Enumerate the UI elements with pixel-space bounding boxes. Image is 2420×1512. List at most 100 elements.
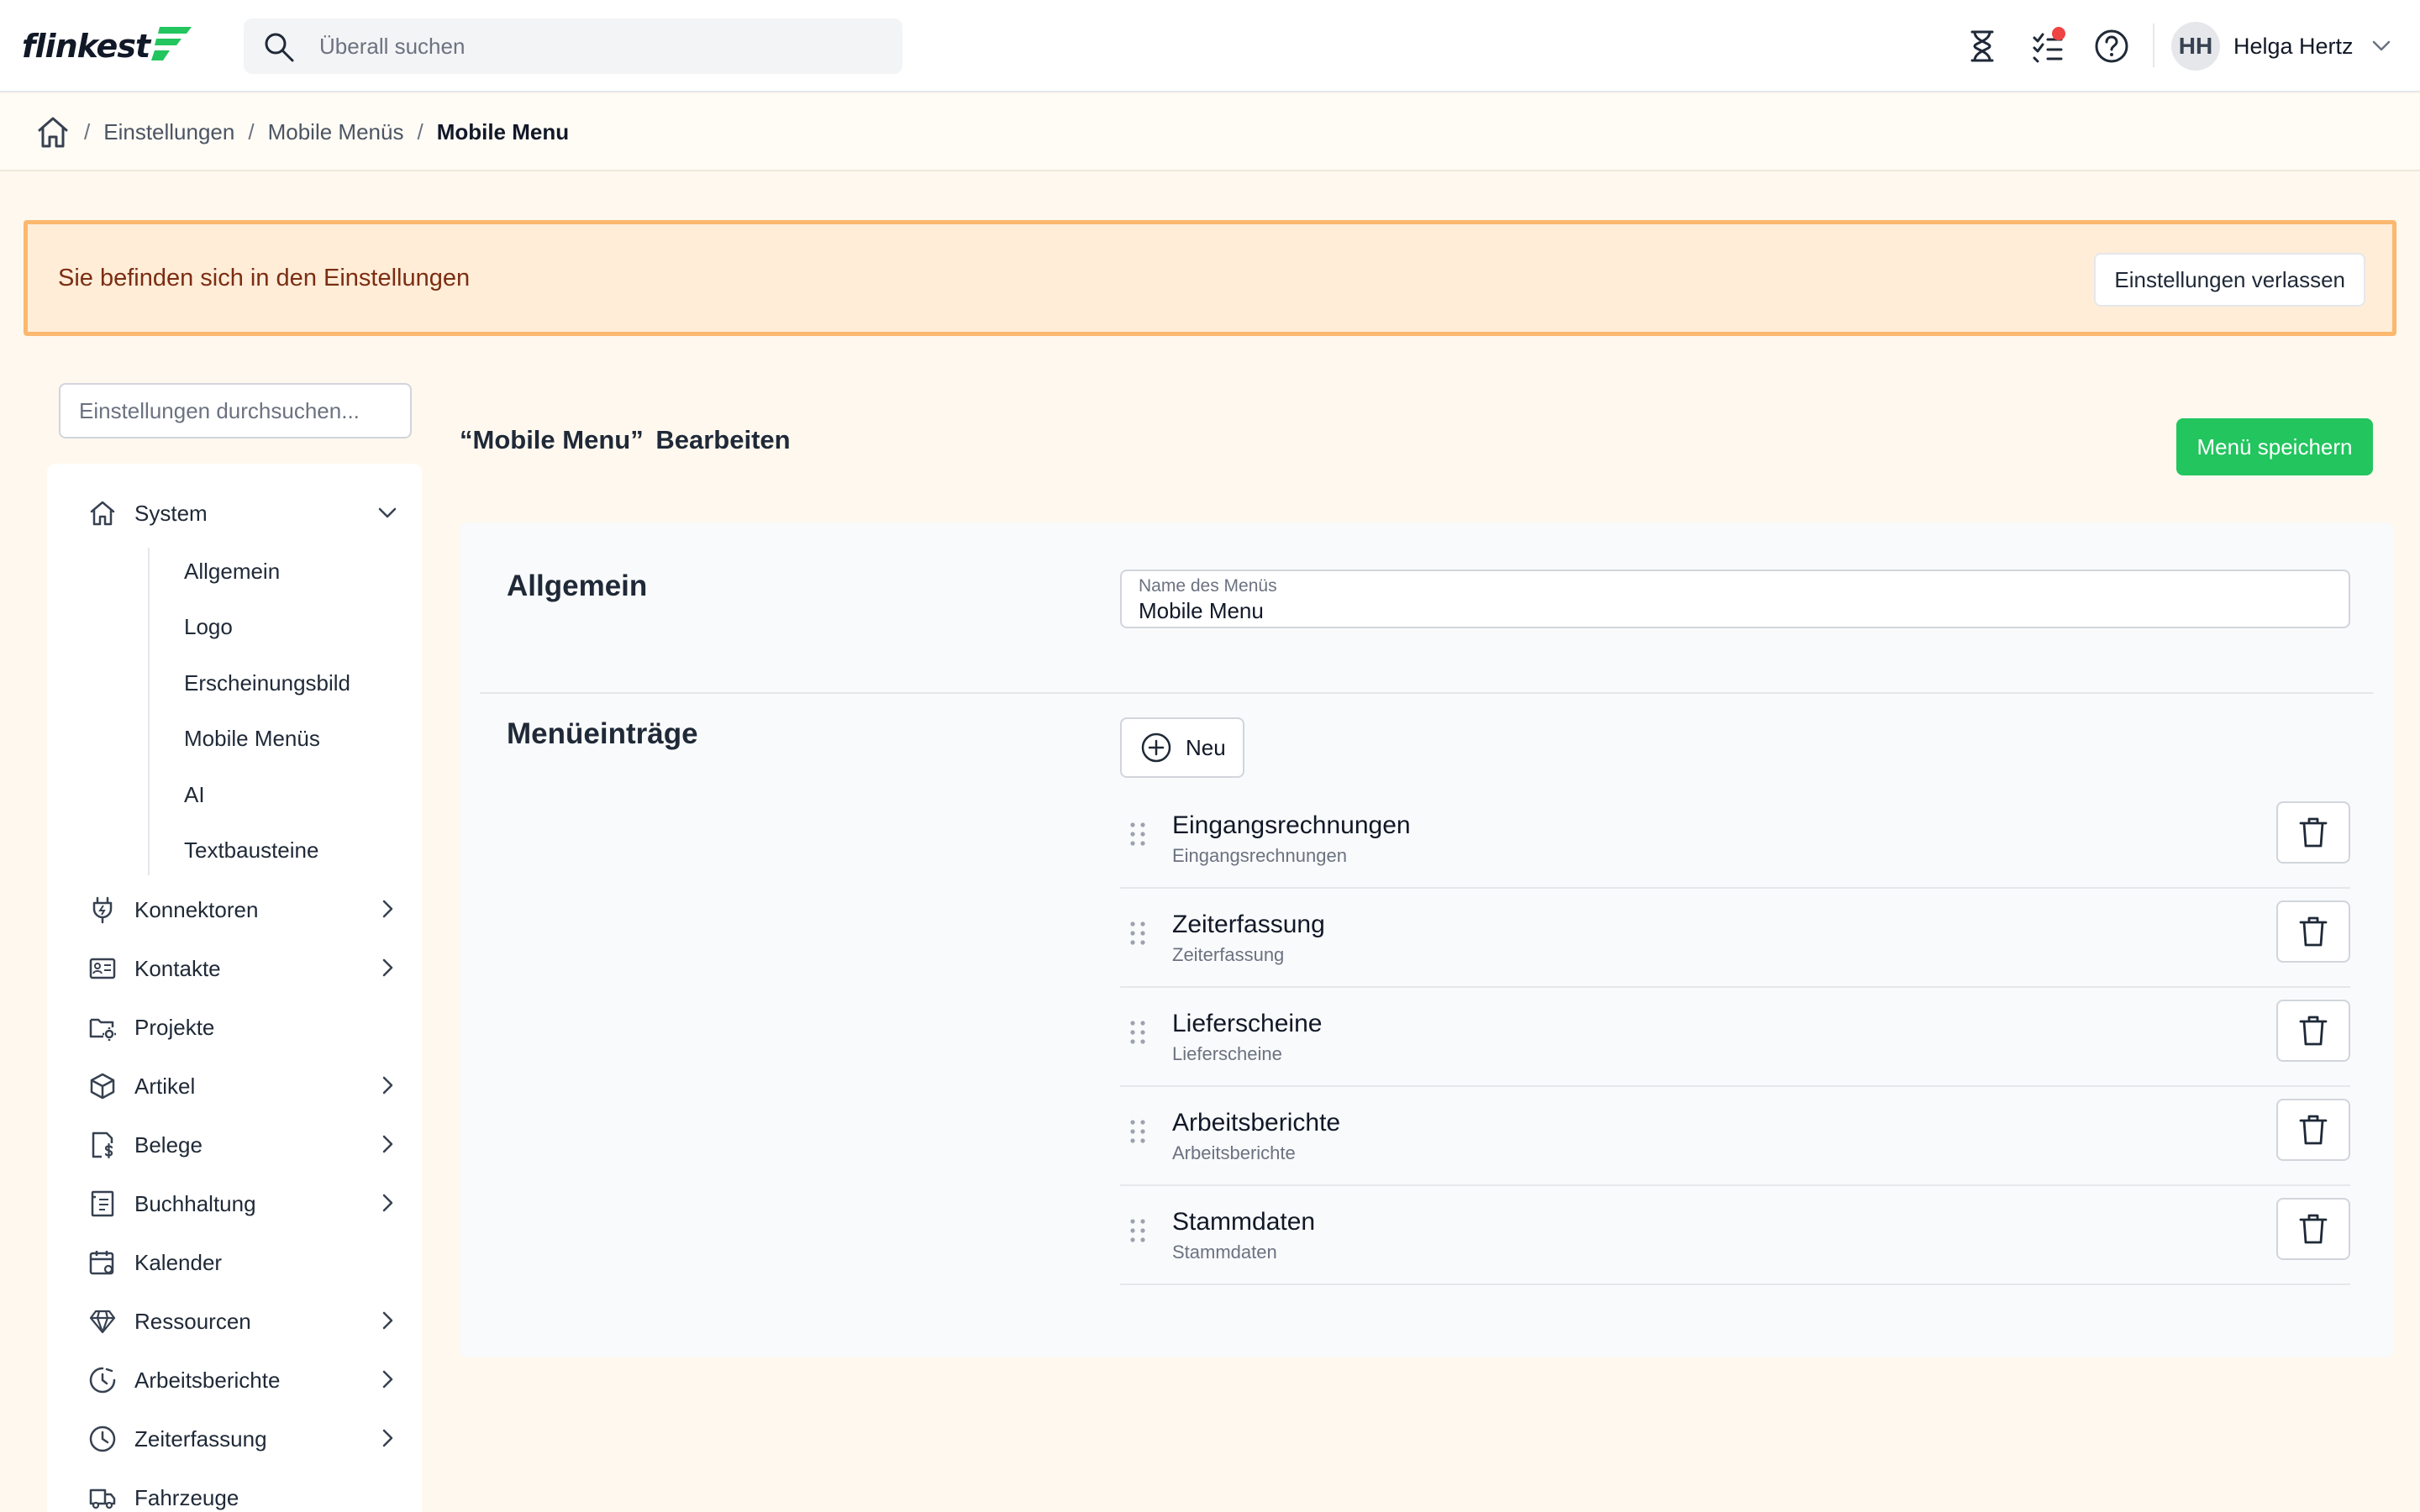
sidebar-subitem-ai[interactable]: AI — [184, 778, 205, 811]
sidebar-item-accounting[interactable]: Buchhaltung — [87, 1183, 398, 1225]
new-entry-button[interactable]: Neu — [1120, 717, 1244, 778]
history-icon — [87, 1424, 118, 1454]
menu-entry-subtitle: Eingangsrechnungen — [1172, 845, 1347, 866]
sidebar-subitem-text-blocks[interactable]: Textbausteine — [184, 833, 318, 867]
drag-handle-icon[interactable] — [1128, 1119, 1147, 1144]
trash-icon — [2299, 817, 2328, 848]
menu-entry-subtitle: Arbeitsberichte — [1172, 1142, 1296, 1163]
menu-entry-title: Arbeitsberichte — [1172, 1109, 1341, 1137]
drag-handle-icon[interactable] — [1128, 921, 1147, 946]
settings-banner: Sie befinden sich in den Einstellungen E… — [24, 220, 2396, 336]
sidebar-item-label: Kontakte — [134, 955, 221, 981]
delete-entry-button[interactable] — [2276, 1198, 2350, 1260]
folder-gear-icon — [87, 1012, 118, 1042]
trash-icon — [2299, 916, 2328, 947]
sidebar-item-time-tracking[interactable]: Zeiterfassung — [87, 1418, 398, 1460]
chevron-right-icon — [382, 1429, 393, 1447]
sidebar-item-calendar[interactable]: Kalender — [87, 1242, 398, 1284]
menu-entry-subtitle: Lieferscheine — [1172, 1043, 1282, 1064]
chevron-right-icon — [382, 1370, 393, 1389]
new-entry-label: Neu — [1186, 734, 1226, 760]
leave-settings-button[interactable]: Einstellungen verlassen — [2094, 253, 2365, 307]
chevron-right-icon — [382, 958, 393, 977]
hourglass-icon[interactable] — [1961, 25, 2003, 67]
chevron-down-icon — [2372, 40, 2390, 51]
sidebar-item-label: Fahrzeuge — [134, 1484, 239, 1510]
menu-name-field[interactable]: Name des Menüs Mobile Menu — [1120, 570, 2350, 628]
sidebar-item-projects[interactable]: Projekte — [87, 1006, 398, 1048]
calendar-icon — [87, 1247, 118, 1278]
sidebar-item-label: System — [134, 500, 208, 526]
search-icon — [265, 33, 294, 62]
sidebar-item-vehicles[interactable]: Fahrzeuge — [87, 1477, 398, 1512]
page-title-action: Bearbeiten — [655, 425, 791, 454]
ledger-icon — [87, 1189, 118, 1219]
chevron-right-icon — [382, 1135, 393, 1153]
menu-entry-title: Lieferscheine — [1172, 1010, 1323, 1037]
user-menu[interactable]: HH Helga Hertz — [2171, 22, 2391, 71]
drag-handle-icon[interactable] — [1128, 822, 1147, 847]
receipt-icon — [87, 1130, 118, 1160]
breadcrumb-separator: / — [417, 118, 424, 144]
sidebar-item-label: Belege — [134, 1131, 203, 1158]
page-title-menu-name: “Mobile Menu” — [460, 425, 644, 454]
menu-name-label: Name des Menüs — [1139, 576, 1277, 596]
menu-entry-title: Stammdaten — [1172, 1208, 1316, 1236]
sidebar-item-connectors[interactable]: Konnektoren — [87, 889, 398, 931]
menu-entry-title: Zeiterfassung — [1172, 911, 1325, 938]
search-input[interactable] — [319, 18, 874, 74]
sidebar-item-label: Konnektoren — [134, 896, 259, 922]
drag-handle-icon[interactable] — [1128, 1020, 1147, 1045]
sidebar-subitem-allgemein[interactable]: Allgemein — [184, 554, 280, 588]
chevron-right-icon — [382, 900, 393, 918]
sidebar-item-articles[interactable]: Artikel — [87, 1065, 398, 1107]
top-bar: flinkest Überall suchen HH Helga Hertz — [0, 0, 2420, 92]
delete-entry-button[interactable] — [2276, 1099, 2350, 1161]
sidebar-subitem-logo[interactable]: Logo — [184, 610, 233, 643]
trash-icon — [2299, 1214, 2328, 1244]
chevron-right-icon — [382, 1311, 393, 1330]
sidebar-item-contacts[interactable]: Kontakte — [87, 948, 398, 990]
menu-entry: Arbeitsberichte Arbeitsberichte — [1120, 1087, 2350, 1186]
delete-entry-button[interactable] — [2276, 900, 2350, 963]
sidebar-item-label: Artikel — [134, 1073, 196, 1099]
sidebar-subitem-appearance[interactable]: Erscheinungsbild — [184, 666, 350, 700]
delete-entry-button[interactable] — [2276, 1000, 2350, 1062]
breadcrumb-link-settings[interactable]: Einstellungen — [103, 119, 234, 145]
menu-entry: Lieferscheine Lieferscheine — [1120, 988, 2350, 1087]
save-menu-button[interactable]: Menü speichern — [2176, 418, 2373, 475]
logo-text: flinkest — [22, 28, 150, 65]
sidebar-item-system[interactable]: System — [87, 492, 398, 534]
home-icon[interactable] — [35, 114, 71, 150]
chevron-down-icon — [378, 507, 397, 518]
menu-entry-title: Eingangsrechnungen — [1172, 811, 1411, 839]
global-search[interactable] — [244, 18, 902, 74]
menu-entry: Stammdaten Stammdaten — [1120, 1186, 2350, 1285]
section-divider — [480, 692, 2374, 694]
menu-entry: Eingangsrechnungen Eingangsrechnungen — [1120, 790, 2350, 889]
plus-circle-icon — [1141, 732, 1171, 763]
avatar: HH — [2171, 22, 2220, 71]
sidebar-item-work-reports[interactable]: Arbeitsberichte — [87, 1359, 398, 1401]
app-logo[interactable]: flinkest — [22, 24, 193, 69]
cube-icon — [87, 1071, 118, 1101]
tasks-icon[interactable] — [2027, 25, 2069, 67]
settings-search-input[interactable] — [59, 383, 412, 438]
help-icon[interactable] — [2091, 25, 2133, 67]
section-title-general: Allgemein — [507, 570, 648, 602]
sidebar-item-documents[interactable]: Belege — [87, 1124, 398, 1166]
menu-entry-subtitle: Zeiterfassung — [1172, 944, 1285, 965]
sidebar-item-resources[interactable]: Ressourcen — [87, 1300, 398, 1342]
delete-entry-button[interactable] — [2276, 801, 2350, 864]
logo-mark-icon — [151, 27, 192, 60]
breadcrumb-link-mobile-menus[interactable]: Mobile Menüs — [268, 119, 404, 145]
submenu-guide-line — [148, 548, 150, 875]
topbar-divider — [2153, 24, 2154, 67]
drag-handle-icon[interactable] — [1128, 1218, 1147, 1243]
sidebar-subitem-mobile-menus[interactable]: Mobile Menüs — [184, 722, 320, 755]
truck-icon — [87, 1483, 118, 1512]
breadcrumb-separator: / — [248, 118, 255, 144]
sidebar-item-label: Kalender — [134, 1249, 223, 1275]
trash-icon — [2299, 1115, 2328, 1145]
home-icon — [87, 498, 118, 528]
